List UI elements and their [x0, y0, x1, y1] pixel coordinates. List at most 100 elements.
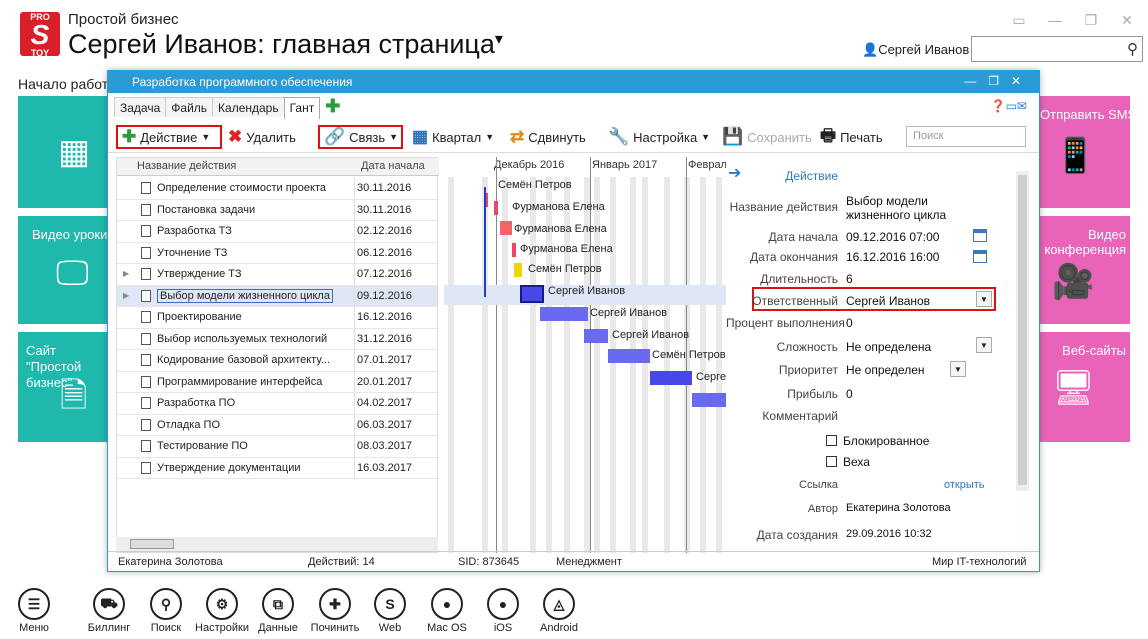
table-row[interactable]: Постановка задачи 30.11.2016 [117, 199, 437, 221]
table-row[interactable]: Выбор используемых технологий 31.12.2016 [117, 328, 437, 350]
gantt-month: Февраль [688, 159, 726, 171]
end-date-field[interactable]: 16.12.2016 16:00 [846, 250, 939, 264]
grid-scrollbar[interactable] [116, 537, 438, 551]
toolbar-search-input[interactable]: Поиск [906, 126, 1026, 147]
gantt-bar[interactable] [520, 285, 544, 303]
action-button[interactable]: ✚ Действие ▼ [116, 125, 222, 149]
table-row[interactable]: ▶ Выбор модели жизненного цикла 09.12.2016 [117, 285, 437, 307]
gantt-bar[interactable] [692, 393, 726, 407]
table-row[interactable]: Разработка ПО 04.02.2017 [117, 393, 437, 415]
blocked-checkbox[interactable] [826, 435, 837, 446]
table-row[interactable]: Утверждение документации 16.03.2017 [117, 457, 437, 479]
tile-video-lessons[interactable]: Видео уроки 🖵 [18, 216, 108, 324]
tile-conference[interactable]: Видео конференция 🎥 [1040, 216, 1130, 324]
gantt-weekend-band [664, 177, 670, 553]
expand-arrow-icon[interactable]: ▶ [123, 269, 129, 278]
dialog-window-controls[interactable]: —❐✕ [964, 74, 1033, 88]
current-user[interactable]: 👤Сергей Иванов [862, 42, 969, 58]
table-row[interactable]: Проектирование 16.12.2016 [117, 307, 437, 329]
search-button[interactable]: ⚲ Поиск [138, 588, 194, 634]
table-row[interactable]: Определение стоимости проекта 30.11.2016 [117, 178, 437, 200]
table-row[interactable]: Программирование интерфейса 20.01.2017 [117, 371, 437, 393]
duration-field[interactable]: 6 [846, 272, 853, 286]
gantt-bar[interactable] [650, 371, 692, 385]
chevron-down-icon[interactable]: ▼ [976, 291, 992, 307]
task-name-cell: Тестирование ПО [139, 436, 355, 457]
macos-button[interactable]: ● Mac OS [419, 588, 475, 634]
chevron-down-icon[interactable]: ▼ [976, 337, 992, 353]
android-button[interactable]: ◬ Android [531, 588, 587, 634]
dialog-help-icons[interactable]: ❓▭✉ [991, 99, 1027, 113]
field-label: Сложность [776, 340, 838, 354]
page-title[interactable]: Сергей Иванов: главная страница▾ [68, 29, 503, 60]
link-button[interactable]: 🔗 Связь ▼ [318, 125, 403, 149]
print-button[interactable]: 🖶 Печать [820, 125, 883, 149]
magnifier-icon: ⚲ [150, 588, 182, 620]
action-name-field[interactable]: Выбор модели жизненного цикла [846, 194, 966, 222]
shift-button[interactable]: ⇄ Сдвинуть [510, 125, 586, 149]
ios-button[interactable]: ● iOS [475, 588, 531, 634]
responsible-select[interactable]: Сергей Иванов [846, 294, 930, 308]
tab-calendar[interactable]: Календарь [212, 97, 285, 117]
gantt-bar[interactable] [540, 307, 588, 321]
percent-field[interactable]: 0 [846, 316, 853, 330]
maximize-icon[interactable]: ❐ [1080, 12, 1102, 28]
menu-button[interactable]: ☰ Меню [6, 588, 62, 634]
tab-task[interactable]: Задача [114, 97, 167, 117]
gantt-bar[interactable] [500, 221, 512, 235]
android-icon: ◬ [543, 588, 575, 620]
web-button[interactable]: S Web [362, 588, 418, 634]
profit-field[interactable]: 0 [846, 387, 853, 401]
document-icon: 🗎 [60, 377, 88, 415]
tile-buildings[interactable]: ▦ [18, 96, 108, 208]
tile-sms[interactable]: Отправить SMS 📱 [1040, 96, 1130, 208]
table-row[interactable]: Кодирование базовой архитекту... 07.01.20… [117, 350, 437, 372]
search-icon[interactable]: ⚲ [1127, 40, 1138, 58]
gantt-bar[interactable] [608, 349, 650, 363]
task-name-cell: Выбор используемых технологий [139, 328, 355, 350]
start-date-field[interactable]: 09.12.2016 07:00 [846, 230, 939, 244]
chevron-down-icon[interactable]: ▼ [950, 361, 966, 377]
tile-site[interactable]: Сайт "Простой бизнес" 🗎 [18, 332, 108, 442]
complexity-select[interactable]: Не определена [846, 340, 931, 354]
tab-gantt[interactable]: Гант [283, 97, 321, 119]
chevron-down-icon: ▼ [701, 132, 711, 142]
close-icon[interactable]: ✕ [1116, 12, 1138, 28]
milestone-checkbox[interactable] [826, 456, 837, 467]
tray-icon[interactable]: ▭ [1008, 12, 1030, 28]
title-dropdown-icon[interactable]: ▾ [495, 31, 503, 48]
task-name-cell: Отладка ПО [139, 414, 355, 436]
quarter-button[interactable]: ▦ Квартал ▼ [412, 125, 494, 149]
gantt-bar[interactable] [584, 329, 608, 343]
gantt-bar[interactable] [512, 243, 516, 257]
table-row[interactable]: Уточнение ТЗ 06.12.2016 [117, 242, 437, 264]
gantt-bar[interactable] [494, 201, 498, 215]
gantt-bar[interactable] [514, 263, 522, 277]
priority-select[interactable]: Не определен [846, 363, 925, 377]
minimize-icon[interactable]: — [1044, 12, 1066, 28]
open-link[interactable]: открыть [944, 479, 985, 491]
col-header-start[interactable]: Дата начала [357, 158, 439, 176]
settings-button[interactable]: ⚙ Настройки [194, 588, 250, 634]
expand-arrow-icon[interactable]: ▶ [123, 291, 129, 300]
delete-button[interactable]: ✖ Удалить [228, 125, 296, 149]
table-row[interactable]: ▶ Утверждение ТЗ 07.12.2016 [117, 264, 437, 286]
calendar-icon[interactable] [973, 229, 987, 242]
table-row[interactable]: Тестирование ПО 08.03.2017 [117, 436, 437, 458]
global-search-input[interactable]: ⚲ [971, 36, 1143, 62]
data-button[interactable]: ⧉ Данные [250, 588, 306, 634]
repair-button[interactable]: ✚ Починить [307, 588, 363, 634]
table-row[interactable]: Разработка ТЗ 02.12.2016 [117, 221, 437, 243]
settings-button[interactable]: 🔧 Настройка ▼ [608, 125, 710, 149]
calendar-icon[interactable] [973, 250, 987, 263]
tab-files[interactable]: Файль [165, 97, 214, 117]
properties-scrollbar[interactable] [1016, 171, 1029, 491]
task-date-cell: 16.12.2016 [357, 311, 413, 323]
col-header-name[interactable]: Название действия [117, 158, 357, 176]
home-link[interactable]: Начало работы [18, 76, 108, 92]
save-button[interactable]: 💾 Сохранить [722, 125, 812, 149]
tile-websites[interactable]: Веб-сайты 🖥 [1040, 332, 1130, 442]
table-row[interactable]: Отладка ПО 06.03.2017 [117, 414, 437, 436]
billing-button[interactable]: ⛟ Биллинг [81, 588, 137, 634]
add-tab-icon[interactable]: ✚ [325, 96, 340, 116]
